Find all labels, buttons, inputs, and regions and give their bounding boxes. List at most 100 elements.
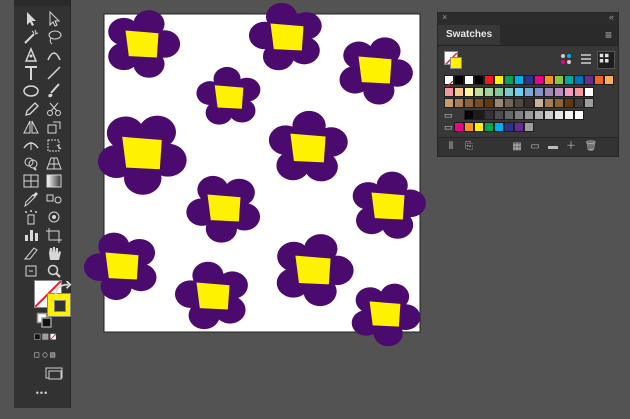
swatch[interactable]: [534, 110, 544, 120]
selection-tool-icon[interactable]: [20, 10, 42, 28]
lasso-tool-icon[interactable]: [43, 28, 65, 46]
eyedropper-tool-icon[interactable]: [20, 190, 42, 208]
symbol-sprayer-tool-icon[interactable]: [20, 208, 42, 226]
swatch[interactable]: [524, 87, 534, 97]
swatch[interactable]: [464, 110, 474, 120]
swatch[interactable]: [544, 75, 554, 85]
column-graph-tool-icon[interactable]: [20, 226, 42, 244]
swatch[interactable]: [554, 98, 564, 108]
blend-tool-icon[interactable]: [43, 190, 65, 208]
swatch[interactable]: [454, 98, 464, 108]
swatch[interactable]: [444, 87, 454, 97]
swatch[interactable]: [564, 75, 574, 85]
width-tool-icon[interactable]: [20, 136, 42, 154]
curvature-tool-icon[interactable]: [43, 46, 65, 64]
pencil-tool-icon[interactable]: [20, 100, 42, 118]
swatch[interactable]: [474, 110, 484, 120]
reflect-tool-icon[interactable]: [20, 118, 42, 136]
swatch[interactable]: [454, 122, 464, 132]
swatch[interactable]: [554, 87, 564, 97]
swatch[interactable]: [564, 98, 574, 108]
swatch[interactable]: [564, 87, 574, 97]
color-group-folder-icon[interactable]: ▭: [444, 110, 454, 120]
rotate-view-tool-icon[interactable]: [20, 262, 42, 280]
swatch[interactable]: [594, 75, 604, 85]
swatch-none[interactable]: [444, 75, 454, 90]
swatch[interactable]: [484, 87, 494, 97]
swatch[interactable]: [494, 110, 504, 120]
mesh-tool-icon[interactable]: [20, 172, 42, 190]
zoom-tool-icon[interactable]: [43, 262, 65, 280]
symbol-stainer-tool-icon[interactable]: [43, 208, 65, 226]
swatch[interactable]: [464, 87, 474, 97]
swatch[interactable]: [574, 110, 584, 120]
swatch[interactable]: [604, 75, 614, 85]
pen-tool-icon[interactable]: [20, 46, 42, 64]
swatch[interactable]: [454, 87, 464, 97]
swatch[interactable]: [554, 75, 564, 85]
swatch[interactable]: [464, 98, 474, 108]
swatch[interactable]: [504, 122, 514, 132]
paintbrush-tool-icon[interactable]: [43, 82, 65, 100]
swatch[interactable]: [584, 98, 594, 108]
direct-selection-tool-icon[interactable]: [43, 10, 65, 28]
swatch[interactable]: [494, 122, 504, 132]
swatch[interactable]: [444, 98, 454, 108]
swatch-library-menu-icon[interactable]: ⫴: [444, 141, 458, 153]
show-swatch-kinds-icon[interactable]: ▦: [510, 141, 524, 153]
swatch[interactable]: [514, 98, 524, 108]
swatch[interactable]: [504, 75, 514, 85]
swatch[interactable]: [474, 87, 484, 97]
swatch[interactable]: [574, 75, 584, 85]
more-tools-button[interactable]: •••: [14, 388, 70, 398]
swatch[interactable]: [514, 110, 524, 120]
swatch[interactable]: [544, 110, 554, 120]
perspective-grid-tool-icon[interactable]: [43, 154, 65, 172]
free-transform-tool-icon[interactable]: [43, 136, 65, 154]
swatch[interactable]: [514, 75, 524, 85]
delete-swatch-icon[interactable]: 🗑: [584, 141, 598, 153]
swatch[interactable]: [484, 110, 494, 120]
swap-fill-stroke-icon[interactable]: [52, 281, 72, 296]
swatch[interactable]: [494, 87, 504, 97]
swatch[interactable]: [524, 75, 534, 85]
color-group-folder-icon[interactable]: ▭: [444, 122, 454, 132]
screen-mode-icon[interactable]: [44, 364, 66, 380]
panel-grip[interactable]: [14, 0, 70, 6]
swatch[interactable]: [464, 122, 474, 132]
swatch[interactable]: [534, 87, 544, 97]
gradient-tool-icon[interactable]: [43, 172, 65, 190]
swatch[interactable]: [544, 87, 554, 97]
swatch[interactable]: [534, 75, 544, 85]
swatch[interactable]: [534, 98, 544, 108]
artboard-tool-icon[interactable]: [43, 226, 65, 244]
swatch[interactable]: [474, 98, 484, 108]
swatch[interactable]: [504, 98, 514, 108]
swatch[interactable]: [464, 75, 474, 85]
new-swatch-icon[interactable]: ＋: [564, 141, 578, 153]
line-tool-icon[interactable]: [43, 64, 65, 82]
swatch[interactable]: [494, 75, 504, 85]
swatch[interactable]: [524, 110, 534, 120]
swatch[interactable]: [514, 122, 524, 132]
magic-wand-tool-icon[interactable]: [20, 28, 42, 46]
swatch[interactable]: [474, 122, 484, 132]
shape-builder-tool-icon[interactable]: [20, 154, 42, 172]
scale-tool-icon[interactable]: [43, 118, 65, 136]
swatch[interactable]: [504, 87, 514, 97]
scissors-tool-icon[interactable]: [43, 100, 65, 118]
place-swatches-icon[interactable]: ⎘: [462, 141, 476, 153]
swatch[interactable]: [554, 110, 564, 120]
swatch[interactable]: [524, 122, 534, 132]
swatch[interactable]: [484, 122, 494, 132]
swatch[interactable]: [574, 87, 584, 97]
hand-tool-icon[interactable]: [43, 244, 65, 262]
swatch-registration[interactable]: [454, 75, 464, 85]
ellipse-tool-icon[interactable]: [20, 82, 42, 100]
swatch[interactable]: [524, 98, 534, 108]
swatch[interactable]: [584, 75, 594, 85]
swatch[interactable]: [584, 87, 594, 97]
swatch[interactable]: [514, 87, 524, 97]
swatch[interactable]: [484, 75, 494, 85]
default-fill-stroke-icon[interactable]: [34, 312, 52, 328]
